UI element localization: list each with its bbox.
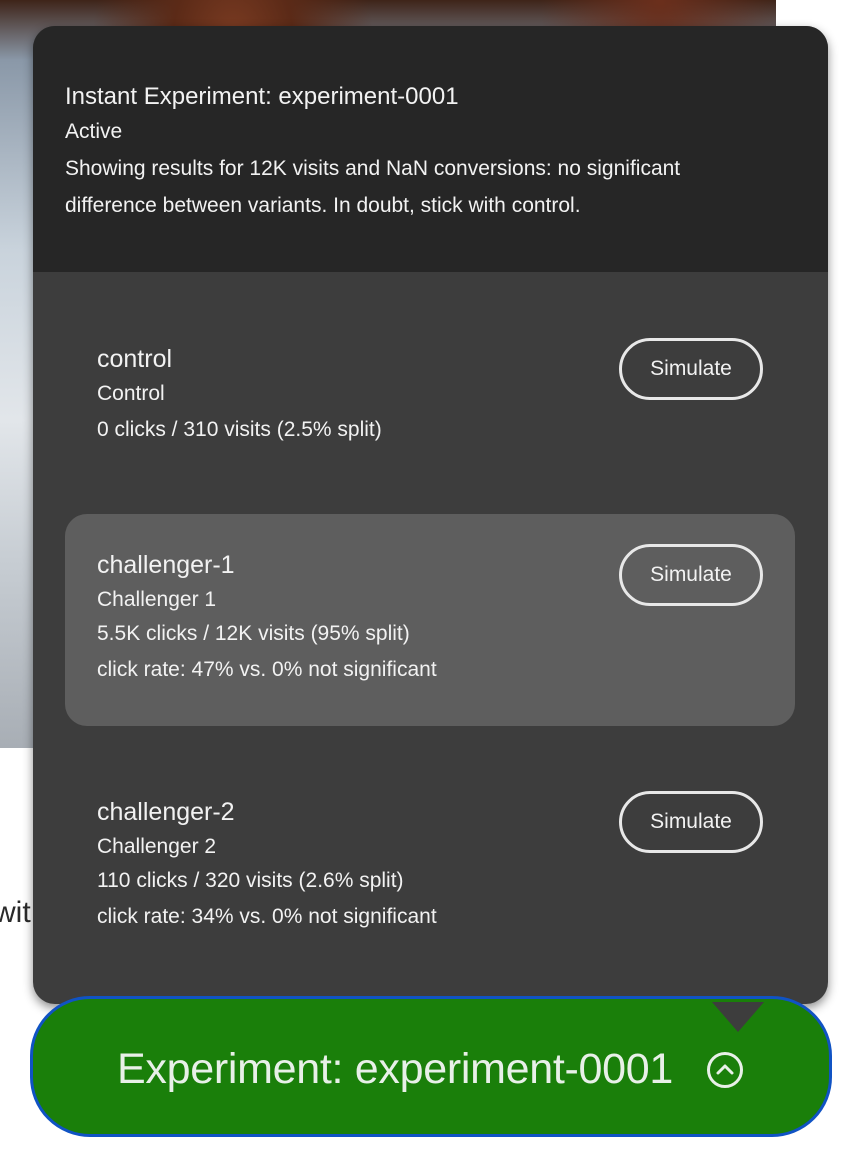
experiment-status: Active xyxy=(65,120,123,143)
variant-stats: 0 clicks / 310 visits (2.5% split) xyxy=(97,418,382,441)
simulate-button-control[interactable]: Simulate xyxy=(619,338,763,400)
popover-header: Instant Experiment: experiment-0001 Acti… xyxy=(33,26,828,272)
variant-challenger-1: challenger-1 Challenger 1 5.5K clicks / … xyxy=(65,514,795,726)
experiment-title: Instant Experiment: experiment-0001 xyxy=(65,83,459,110)
background-page-text: wit xyxy=(0,896,31,929)
simulate-button-challenger-1[interactable]: Simulate xyxy=(619,544,763,606)
variant-challenger-2: challenger-2 Challenger 2 110 clicks / 3… xyxy=(65,761,795,973)
variant-click-rate: click rate: 34% vs. 0% not significant xyxy=(97,905,437,928)
variant-stats: 110 clicks / 320 visits (2.6% split) xyxy=(97,869,404,892)
experiment-popover: Instant Experiment: experiment-0001 Acti… xyxy=(33,26,828,1004)
variant-click-rate: click rate: 47% vs. 0% not significant xyxy=(97,658,437,681)
experiment-toggle-label: Experiment: experiment-0001 xyxy=(117,1045,673,1093)
popover-caret xyxy=(712,1002,764,1032)
variant-control: control Control 0 clicks / 310 visits (2… xyxy=(65,308,795,520)
chevron-up-circle-icon xyxy=(705,1050,745,1090)
experiment-summary: Showing results for 12K visits and NaN c… xyxy=(65,157,681,217)
variant-stats: 5.5K clicks / 12K visits (95% split) xyxy=(97,622,410,645)
simulate-button-challenger-2[interactable]: Simulate xyxy=(619,791,763,853)
